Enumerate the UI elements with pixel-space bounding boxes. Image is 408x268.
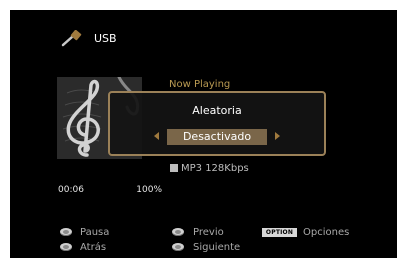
enter-button-icon	[60, 228, 72, 236]
usb-plug-icon	[61, 30, 82, 47]
next-label: Siguiente	[193, 242, 241, 253]
progress-percent: 100%	[136, 185, 162, 195]
source-label: USB	[94, 32, 117, 45]
control-legend: Pausa Atrás Previo Siguiente OPTION Opci…	[60, 223, 380, 255]
file-format-icon	[170, 164, 178, 172]
up-button-icon	[172, 228, 184, 236]
player-screen: USB Now Playing MP3 128Kbps 00:06 100% A…	[10, 10, 397, 258]
down-button-icon	[172, 243, 184, 251]
back-button-icon	[60, 243, 72, 251]
option-button-icon: OPTION	[262, 228, 297, 237]
options-label: Opciones	[303, 227, 350, 238]
elapsed-time: 00:06	[58, 185, 84, 195]
previous-label: Previo	[193, 227, 224, 238]
back-label: Atrás	[80, 242, 107, 253]
time-row: 00:06 100%	[58, 185, 162, 199]
arrow-left-icon[interactable]	[154, 132, 159, 140]
now-playing-header: Now Playing	[169, 79, 231, 90]
arrow-right-icon[interactable]	[275, 132, 280, 140]
shuffle-popup: Aleatoria Desactivado	[108, 91, 326, 156]
shuffle-value: Desactivado	[182, 130, 252, 143]
format-label: MP3 128Kbps	[181, 163, 249, 174]
shuffle-selector[interactable]: Desactivado	[154, 129, 280, 145]
pause-label: Pausa	[80, 227, 110, 238]
popup-title: Aleatoria	[192, 104, 242, 117]
audio-format: MP3 128Kbps	[170, 163, 249, 174]
